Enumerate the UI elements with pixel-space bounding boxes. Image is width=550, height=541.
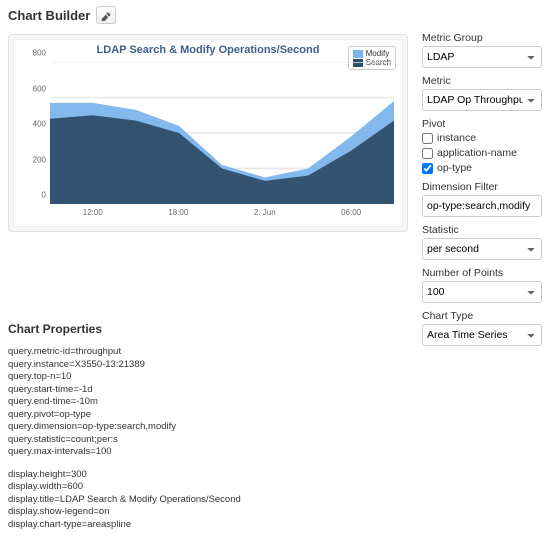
dimension-filter-label: Dimension Filter xyxy=(422,181,542,193)
chart-type-label: Chart Type xyxy=(422,310,542,322)
metric-label: Metric xyxy=(422,75,542,87)
pivot-checkbox-instance[interactable] xyxy=(422,133,433,144)
page-title: Chart Builder xyxy=(8,8,90,23)
chart-properties: Chart Properties query.metric-id=through… xyxy=(8,322,408,531)
pivot-item-instance[interactable]: instance xyxy=(422,132,542,144)
pivot-checkbox-application-name[interactable] xyxy=(422,148,433,159)
metric-group-label: Metric Group xyxy=(422,32,542,44)
pivot-checkbox-op-type[interactable] xyxy=(422,163,433,174)
properties-block-2: display.height=300 display.width=600 dis… xyxy=(8,469,408,532)
pivot-item-op-type[interactable]: op-type xyxy=(422,162,542,174)
x-axis: 12:00 18:00 2. Jun 06:00 xyxy=(50,208,394,222)
properties-block-1: query.metric-id=throughput query.instanc… xyxy=(8,346,408,459)
chart-title: LDAP Search & Modify Operations/Second xyxy=(14,40,402,56)
sidebar: Metric Group LDAP Metric LDAP Op Through… xyxy=(422,6,542,531)
pivot-label: Pivot xyxy=(422,118,542,130)
legend-label-modify: Modify xyxy=(366,49,390,58)
y-axis: 0 200 400 600 800 xyxy=(18,62,48,204)
series-search xyxy=(50,115,394,204)
wrench-icon xyxy=(101,10,112,21)
dimension-filter-input[interactable] xyxy=(422,195,542,217)
num-points-label: Number of Points xyxy=(422,267,542,279)
pivot-item-application-name[interactable]: application-name xyxy=(422,147,542,159)
statistic-label: Statistic xyxy=(422,224,542,236)
statistic-select[interactable]: per second xyxy=(422,238,542,260)
chart-type-select[interactable]: Area Time Series xyxy=(422,324,542,346)
properties-title: Chart Properties xyxy=(8,322,408,336)
header: Chart Builder xyxy=(8,6,408,24)
metric-group-select[interactable]: LDAP xyxy=(422,46,542,68)
num-points-select[interactable]: 100 xyxy=(422,281,542,303)
chart-panel: LDAP Search & Modify Operations/Second M… xyxy=(8,34,408,232)
edit-button[interactable] xyxy=(96,6,116,24)
legend-swatch-modify xyxy=(353,50,363,58)
metric-select[interactable]: LDAP Op Throughput xyxy=(422,89,542,111)
chart-plot xyxy=(50,62,394,204)
